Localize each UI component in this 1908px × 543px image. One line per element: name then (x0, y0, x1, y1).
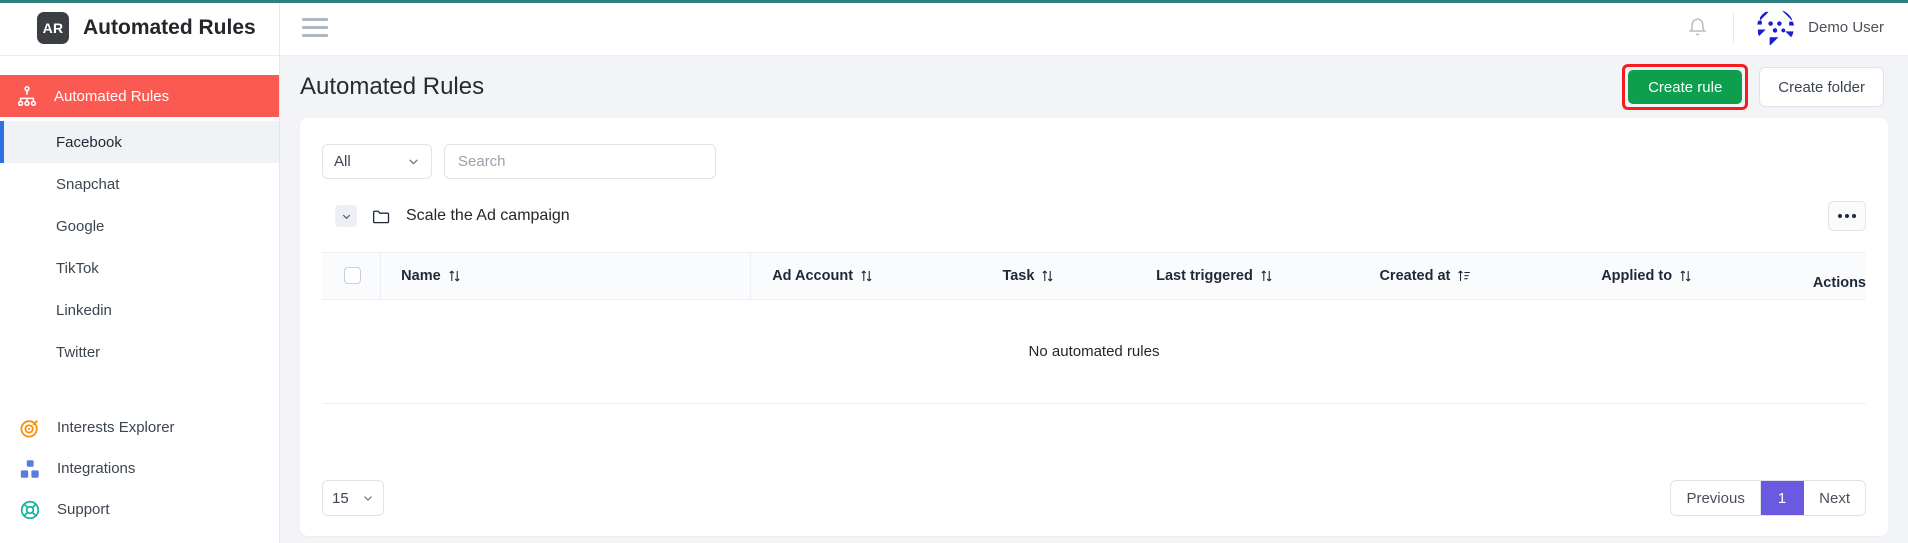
sitemap-icon (14, 83, 40, 109)
rules-table-wrapper: Name Ad Account Task Last triggered Crea… (322, 252, 1866, 404)
brand[interactable]: AR Automated Rules (0, 0, 279, 56)
empty-state-message: No automated rules (322, 299, 1866, 404)
sort-icon[interactable] (1260, 269, 1273, 283)
column-label: Last triggered (1156, 267, 1253, 284)
rules-table-body: No automated rules (322, 299, 1866, 404)
column-header-last-triggered[interactable]: Last triggered (1146, 253, 1370, 300)
sidebar-item-tiktok[interactable]: TikTok (0, 247, 279, 289)
sidebar-subitem-label: Google (56, 217, 105, 235)
lifebuoy-icon (18, 498, 42, 522)
chevron-down-icon (362, 492, 374, 504)
topbar-divider (1733, 12, 1735, 43)
sort-icon[interactable] (860, 269, 873, 283)
column-header-actions: Actions (1784, 253, 1866, 300)
table-header-row: Name Ad Account Task Last triggered Crea… (322, 253, 1866, 300)
sidebar-nav: Automated Rules Facebook Snapchat Google… (0, 56, 279, 530)
folder-icon (371, 206, 392, 227)
rows-per-page-value: 15 (332, 489, 349, 507)
folder-collapse-toggle[interactable] (335, 205, 357, 227)
table-footer: 15 Previous 1 Next (300, 460, 1888, 536)
rules-card: All Search Scale the Ad campaign Name Ad… (300, 118, 1888, 536)
top-accent-bar (0, 0, 1908, 3)
sidebar-item-label: Automated Rules (54, 87, 170, 105)
page-title: Automated Rules (300, 73, 485, 100)
sidebar-item-support[interactable]: Support (0, 489, 279, 530)
sidebar-item-snapchat[interactable]: Snapchat (0, 163, 279, 205)
user-menu[interactable]: Demo User (1756, 8, 1884, 47)
sidebar: AR Automated Rules Automated Rules Faceb… (0, 0, 280, 543)
select-all-checkbox[interactable] (344, 267, 361, 285)
column-header-select (322, 253, 382, 300)
create-folder-button[interactable]: Create folder (1759, 67, 1884, 107)
sidebar-subitem-label: Linkedin (56, 301, 112, 319)
column-header-created-at[interactable]: Created at (1369, 253, 1592, 300)
main-content: Demo User Automated Rules Create rule Cr… (280, 0, 1908, 543)
filter-row: All (300, 118, 1888, 179)
folder-name: Scale the Ad campaign (406, 207, 570, 224)
column-label: Actions (1812, 274, 1866, 291)
sidebar-subitem-label: Facebook (56, 133, 122, 151)
sort-icon[interactable] (1679, 269, 1692, 283)
column-label: Task (1002, 267, 1035, 284)
brand-logo: AR (37, 11, 69, 44)
sort-icon[interactable] (1041, 269, 1054, 283)
sidebar-item-twitter[interactable]: Twitter (0, 331, 279, 373)
rules-table: Name Ad Account Task Last triggered Crea… (322, 253, 1866, 404)
search-input[interactable] (444, 144, 716, 179)
table-empty-row: No automated rules (322, 299, 1866, 404)
sort-ascending-icon[interactable] (1457, 269, 1471, 283)
column-label: Applied to (1601, 267, 1673, 284)
sidebar-bottom-label: Integrations (57, 460, 136, 477)
column-header-applied-to[interactable]: Applied to (1591, 253, 1785, 300)
pagination: Previous 1 Next (1670, 480, 1866, 516)
column-label: Created at (1379, 267, 1451, 284)
create-rule-button[interactable]: Create rule (1628, 70, 1743, 104)
sidebar-bottom-nav: Interests Explorer Integrations Support (0, 373, 279, 530)
sort-icon[interactable] (448, 269, 461, 283)
platform-filter-select[interactable]: All (322, 144, 432, 179)
chevron-down-icon (407, 155, 420, 168)
blocks-icon (18, 457, 42, 481)
sidebar-subnav: Facebook Snapchat Google TikTok Linkedin… (0, 117, 279, 373)
create-rule-highlight: Create rule (1622, 64, 1749, 110)
sidebar-bottom-label: Support (57, 501, 110, 518)
topbar: Demo User (280, 0, 1908, 56)
sidebar-item-linkedin[interactable]: Linkedin (0, 289, 279, 331)
pagination-page-1[interactable]: 1 (1760, 481, 1805, 515)
folder-actions-button[interactable] (1828, 201, 1866, 231)
rows-per-page-select[interactable]: 15 (322, 480, 384, 516)
column-label: Ad Account (772, 267, 854, 284)
target-icon (18, 416, 42, 440)
column-header-task[interactable]: Task (992, 253, 1147, 300)
app-root: AR Automated Rules Automated Rules Faceb… (0, 0, 1908, 543)
hamburger-icon[interactable] (302, 18, 328, 37)
column-header-name[interactable]: Name (380, 253, 752, 300)
bell-icon[interactable] (1683, 14, 1711, 42)
sidebar-subitem-label: Twitter (56, 343, 101, 361)
sidebar-item-interests-explorer[interactable]: Interests Explorer (0, 407, 279, 448)
sidebar-item-facebook[interactable]: Facebook (0, 121, 279, 163)
column-label: Name (401, 267, 441, 284)
pagination-previous[interactable]: Previous (1671, 481, 1761, 515)
sidebar-item-integrations[interactable]: Integrations (0, 448, 279, 489)
column-header-ad-account[interactable]: Ad Account (750, 253, 993, 300)
folder-row: Scale the Ad campaign (300, 179, 1888, 231)
sidebar-item-automated-rules[interactable]: Automated Rules (0, 75, 279, 117)
sidebar-item-google[interactable]: Google (0, 205, 279, 247)
avatar (1756, 8, 1795, 47)
user-name: Demo User (1808, 19, 1884, 36)
rules-table-head: Name Ad Account Task Last triggered Crea… (322, 253, 1866, 300)
page-header: Automated Rules Create rule Create folde… (280, 56, 1908, 118)
pagination-next[interactable]: Next (1804, 481, 1865, 515)
sidebar-bottom-label: Interests Explorer (57, 419, 175, 436)
brand-title: Automated Rules (83, 15, 256, 39)
sidebar-subitem-label: TikTok (56, 259, 99, 277)
platform-filter-value: All (334, 153, 351, 170)
sidebar-subitem-label: Snapchat (56, 175, 120, 193)
